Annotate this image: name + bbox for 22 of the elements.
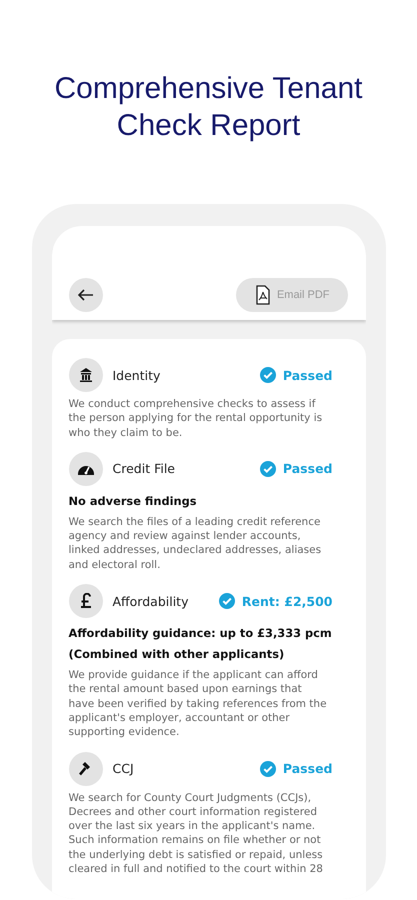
pdf-file-icon <box>256 285 270 305</box>
finding-text: No adverse findings <box>68 492 198 510</box>
status-text: Passed <box>282 761 332 776</box>
description: We conduct comprehensive checks to assess if the person applying for the rental opportunity is who they claim to be. <box>68 397 324 440</box>
description: We provide guidance if the applicant can afford the rental amount based upon earnings that have been verified by taking references from the applicant's employer, accountant or other supporting evidence. <box>68 668 328 740</box>
pound-icon <box>78 593 92 610</box>
check-title: Identity <box>112 368 162 382</box>
finding-text: (Combined with other applicants) <box>68 646 286 664</box>
check-title: Credit File <box>112 461 176 476</box>
check-title: Affordability <box>112 594 190 609</box>
description: We search the files of a leading credit reference agency and review against lender accounts, linked addresses, undeclared addresses, aliases and electoral roll. <box>68 514 322 572</box>
status-text: Rent: £2,500 <box>242 594 332 609</box>
back-arrow-icon <box>78 289 94 301</box>
email-pdf-button[interactable]: Email PDF <box>236 278 348 312</box>
check-title: CCJ <box>112 761 135 776</box>
back-button[interactable] <box>68 278 102 312</box>
finding-text: Affordability guidance: up to £3,333 pcm <box>68 625 333 642</box>
building-icon <box>78 367 94 383</box>
status-text: Passed <box>282 368 332 382</box>
status-text: Passed <box>282 461 332 476</box>
headline: Comprehensive Tenant Check Report <box>54 71 364 144</box>
description: We search for County Court Judgments (CCJs), Decrees and other court information registered over the last six years in the applicant's name. Such information remains on file whether or not the underlying debt is satisfied or repaid, unless cleared in full and notified to the court within 28 <box>68 790 324 876</box>
